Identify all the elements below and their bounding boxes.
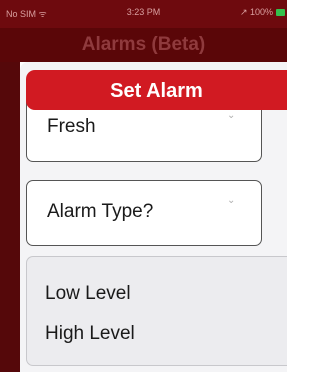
alarm-type-options: Low Level High Level <box>26 256 287 366</box>
sheet-header: Set Alarm <box>26 70 287 110</box>
fluid-select-value: Fresh <box>47 116 96 137</box>
battery-icon <box>276 9 285 16</box>
chevron-down-icon: ⌄ <box>227 110 236 121</box>
nav-bar: Alarms (Beta) <box>0 28 287 62</box>
option-low-level[interactable]: Low Level <box>45 283 131 305</box>
page-title: Alarms (Beta) <box>81 34 206 55</box>
option-high-level[interactable]: High Level <box>45 323 135 345</box>
set-alarm-sheet: Fresh ⌄ Set Alarm Alarm Type? ⌄ Low Leve… <box>20 62 287 372</box>
alarm-type-select-value: Alarm Type? <box>47 201 154 222</box>
sheet-title: Set Alarm <box>110 80 203 102</box>
alarm-type-select[interactable]: Alarm Type? ⌄ <box>26 180 262 246</box>
status-bar: No SIM ᯤ 3:23 PM ↗ 100% <box>0 0 287 28</box>
chevron-down-icon: ⌄ <box>227 195 236 206</box>
background-page-edge <box>0 62 20 372</box>
battery-percentage: ↗ 100% <box>239 7 273 17</box>
